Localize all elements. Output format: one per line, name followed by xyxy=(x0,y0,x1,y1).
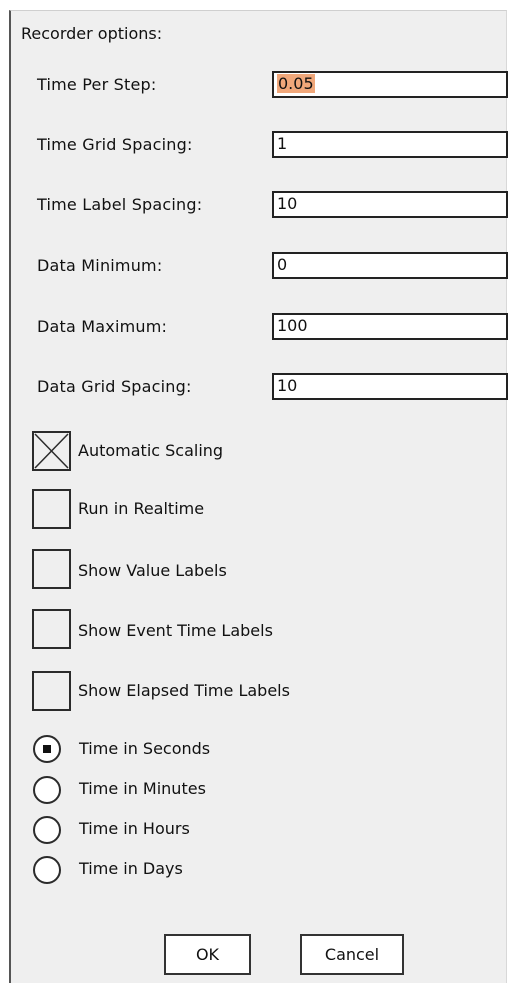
run-in-realtime-checkbox[interactable] xyxy=(32,489,71,529)
data-maximum-value: 100 xyxy=(277,316,308,335)
time-grid-spacing-input[interactable]: 1 xyxy=(272,131,508,158)
time-grid-spacing-label: Time Grid Spacing: xyxy=(37,135,193,154)
time-in-hours-radio[interactable] xyxy=(33,816,61,844)
data-minimum-value: 0 xyxy=(277,255,288,274)
time-label-spacing-value: 10 xyxy=(277,194,298,213)
data-grid-spacing-label: Data Grid Spacing: xyxy=(37,377,192,396)
data-maximum-label: Data Maximum: xyxy=(37,317,168,336)
recorder-options-panel: Recorder options: Time Per Step: 0.05 Ti… xyxy=(9,10,508,983)
cancel-button[interactable]: Cancel xyxy=(300,934,404,975)
radio-selected-dot-icon xyxy=(43,745,51,753)
run-in-realtime-label: Run in Realtime xyxy=(78,499,205,518)
show-elapsed-time-labels-label: Show Elapsed Time Labels xyxy=(78,681,290,700)
show-event-time-labels-label: Show Event Time Labels xyxy=(78,621,273,640)
show-event-time-labels-checkbox[interactable] xyxy=(32,609,71,649)
time-grid-spacing-value: 1 xyxy=(277,134,288,153)
data-grid-spacing-value: 10 xyxy=(277,376,298,395)
checkmark-x-icon xyxy=(34,433,69,469)
show-elapsed-time-labels-checkbox[interactable] xyxy=(32,671,71,711)
dialog-title: Recorder options: xyxy=(21,24,163,43)
time-in-minutes-label: Time in Minutes xyxy=(79,779,206,798)
data-minimum-label: Data Minimum: xyxy=(37,256,163,275)
ok-button[interactable]: OK xyxy=(164,934,251,975)
time-in-hours-label: Time in Hours xyxy=(79,819,190,838)
time-per-step-label: Time Per Step: xyxy=(37,75,157,94)
time-label-spacing-input[interactable]: 10 xyxy=(272,191,508,218)
show-value-labels-checkbox[interactable] xyxy=(32,549,71,589)
time-in-seconds-label: Time in Seconds xyxy=(79,739,211,758)
data-minimum-input[interactable]: 0 xyxy=(272,252,508,279)
time-in-days-radio[interactable] xyxy=(33,856,61,884)
show-value-labels-label: Show Value Labels xyxy=(78,561,227,580)
time-in-minutes-radio[interactable] xyxy=(33,776,61,804)
data-maximum-input[interactable]: 100 xyxy=(272,313,508,340)
time-in-seconds-radio[interactable] xyxy=(33,735,61,763)
data-grid-spacing-input[interactable]: 10 xyxy=(272,373,508,400)
time-label-spacing-label: Time Label Spacing: xyxy=(37,195,203,214)
time-per-step-input[interactable]: 0.05 xyxy=(272,71,508,98)
automatic-scaling-checkbox[interactable] xyxy=(32,431,71,471)
automatic-scaling-label: Automatic Scaling xyxy=(78,441,224,460)
time-in-days-label: Time in Days xyxy=(79,859,183,878)
time-per-step-value: 0.05 xyxy=(277,74,315,93)
